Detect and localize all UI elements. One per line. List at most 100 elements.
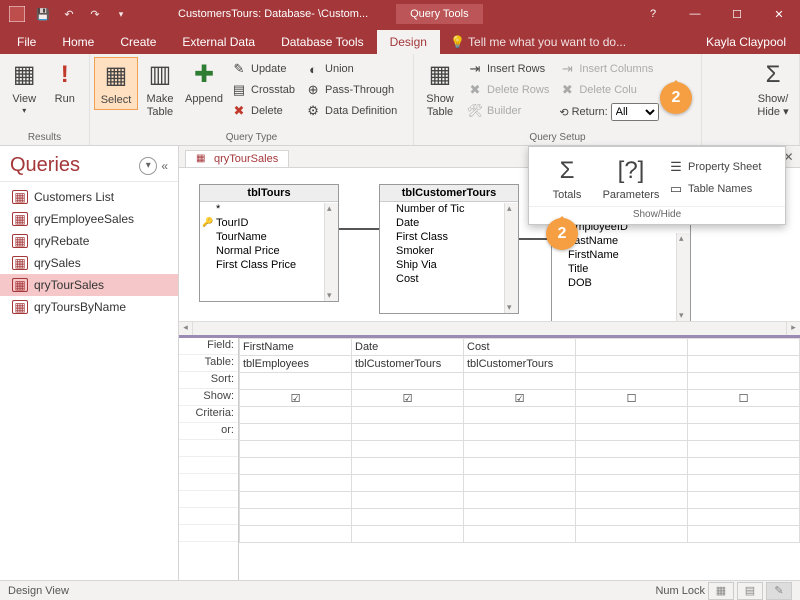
tab-create[interactable]: Create [107, 30, 169, 54]
delete-button[interactable]: ✖Delete [228, 101, 298, 121]
qbe-cell[interactable]: ☐ [688, 390, 800, 407]
field[interactable]: TourID [200, 216, 338, 230]
tab-database-tools[interactable]: Database Tools [268, 30, 377, 54]
insert-rows-button[interactable]: ⇥Insert Rows [464, 59, 552, 79]
parameters-button[interactable]: [?]Parameters [599, 153, 663, 204]
union-button[interactable]: ◐Union [302, 59, 400, 79]
nav-filter-icon[interactable]: ▾ [139, 157, 157, 175]
scrollbar[interactable] [324, 203, 338, 301]
qbe-cell[interactable]: tblCustomerTours [464, 356, 576, 373]
qbe-cell[interactable] [688, 424, 800, 441]
qbe-cell[interactable] [576, 339, 688, 356]
table-names-button[interactable]: ▭Table Names [665, 179, 764, 199]
qbe-cell[interactable]: Date [352, 339, 464, 356]
showhide-button[interactable]: ΣShow/ Hide ▾ [751, 57, 795, 120]
totals-button[interactable]: ΣTotals [535, 153, 599, 204]
help-icon[interactable]: ? [632, 0, 674, 28]
doc-tab-qrytoursales[interactable]: ▦qryTourSales [185, 150, 289, 167]
field[interactable]: DOB [552, 276, 690, 290]
qbe-cell[interactable] [688, 407, 800, 424]
nav-item-customers-list[interactable]: ▦Customers List [0, 186, 178, 208]
delete-rows-button[interactable]: ✖Delete Rows [464, 80, 552, 100]
crosstab-button[interactable]: ▤Crosstab [228, 80, 298, 100]
qbe-cell[interactable] [464, 373, 576, 390]
redo-icon[interactable]: ↷ [84, 3, 106, 25]
qbe-cell[interactable]: Cost [464, 339, 576, 356]
qbe-columns[interactable]: FirstNameDateCosttblEmployeestblCustomer… [239, 338, 800, 580]
field[interactable]: FirstName [552, 248, 690, 262]
field[interactable]: TourName [200, 230, 338, 244]
field[interactable]: Title [552, 262, 690, 276]
view-sql-button[interactable]: ▤ [737, 582, 763, 600]
tab-design[interactable]: Design [377, 30, 440, 54]
qbe-cell[interactable] [352, 424, 464, 441]
view-design-button[interactable]: ✎ [766, 582, 792, 600]
view-button[interactable]: ▦View▾ [4, 57, 45, 117]
qbe-cell[interactable] [464, 407, 576, 424]
tab-external-data[interactable]: External Data [169, 30, 268, 54]
qbe-cell[interactable]: tblEmployees [240, 356, 352, 373]
field[interactable]: Normal Price [200, 244, 338, 258]
qbe-cell[interactable]: ☑ [352, 390, 464, 407]
run-button[interactable]: !Run [45, 57, 86, 108]
qbe-cell[interactable] [576, 373, 688, 390]
table-tbltours[interactable]: tblTours*TourIDTourNameNormal PriceFirst… [199, 184, 339, 302]
minimize-button[interactable]: — [674, 0, 716, 28]
field[interactable]: First Class Price [200, 258, 338, 272]
save-icon[interactable]: 💾 [32, 3, 54, 25]
field[interactable]: Ship Via [380, 258, 518, 272]
qat-customize-icon[interactable]: ▾ [110, 3, 132, 25]
maximize-button[interactable]: ☐ [716, 0, 758, 28]
field[interactable]: Smoker [380, 244, 518, 258]
qbe-cell[interactable] [688, 356, 800, 373]
builder-button[interactable]: 🛠Builder [464, 101, 552, 121]
qbe-cell[interactable] [352, 373, 464, 390]
nav-item-qrytoursales[interactable]: ▦qryTourSales [0, 274, 178, 296]
qbe-cell[interactable] [576, 424, 688, 441]
tell-me-search[interactable]: 💡 Tell me what you want to do... [440, 30, 692, 54]
nav-collapse-button[interactable]: « [161, 159, 168, 173]
qbe-cell[interactable] [576, 407, 688, 424]
qbe-cell[interactable] [352, 407, 464, 424]
field[interactable]: Cost [380, 272, 518, 286]
access-app-icon[interactable] [6, 3, 28, 25]
append-button[interactable]: ✚Append [182, 57, 226, 108]
show-table-button[interactable]: ▦Show Table [418, 57, 462, 120]
tab-home[interactable]: Home [49, 30, 107, 54]
scrollbar[interactable] [676, 233, 690, 321]
field[interactable]: Number of Tic [380, 202, 518, 216]
qbe-cell[interactable]: ☐ [576, 390, 688, 407]
make-table-button[interactable]: ▥Make Table [138, 57, 182, 120]
qbe-cell[interactable] [240, 407, 352, 424]
nav-title[interactable]: Queries [10, 154, 139, 177]
delete-columns-button[interactable]: ✖Delete Colu [556, 80, 661, 100]
qbe-cell[interactable] [464, 424, 576, 441]
datadef-button[interactable]: ⚙Data Definition [302, 101, 400, 121]
property-sheet-button[interactable]: ☰Property Sheet [665, 157, 764, 177]
qbe-cell[interactable]: FirstName [240, 339, 352, 356]
view-datasheet-button[interactable]: ▦ [708, 582, 734, 600]
qbe-cell[interactable]: ☑ [464, 390, 576, 407]
insert-columns-button[interactable]: ⇥Insert Columns [556, 59, 661, 79]
select-query-button[interactable]: ▦Select [94, 57, 138, 110]
qbe-cell[interactable] [688, 339, 800, 356]
qbe-cell[interactable] [688, 373, 800, 390]
field[interactable]: Date [380, 216, 518, 230]
scrollbar[interactable] [504, 203, 518, 313]
nav-item-qrysales[interactable]: ▦qrySales [0, 252, 178, 274]
join-line[interactable] [339, 228, 379, 230]
nav-item-qrytoursbyname[interactable]: ▦qryToursByName [0, 296, 178, 318]
undo-icon[interactable]: ↶ [58, 3, 80, 25]
field[interactable]: First Class [380, 230, 518, 244]
qbe-cell[interactable] [240, 373, 352, 390]
close-button[interactable]: ✕ [758, 0, 800, 28]
passthrough-button[interactable]: ⊕Pass-Through [302, 80, 400, 100]
qbe-cell[interactable]: tblCustomerTours [352, 356, 464, 373]
table-tblcustomertours[interactable]: tblCustomerToursNumber of TicDateFirst C… [379, 184, 519, 314]
update-button[interactable]: ✎Update [228, 59, 298, 79]
account-name[interactable]: Kayla Claypool [692, 30, 800, 54]
nav-item-qryrebate[interactable]: ▦qryRebate [0, 230, 178, 252]
qbe-cell[interactable]: ☑ [240, 390, 352, 407]
return-select[interactable]: All [611, 103, 659, 121]
qbe-cell[interactable] [576, 356, 688, 373]
